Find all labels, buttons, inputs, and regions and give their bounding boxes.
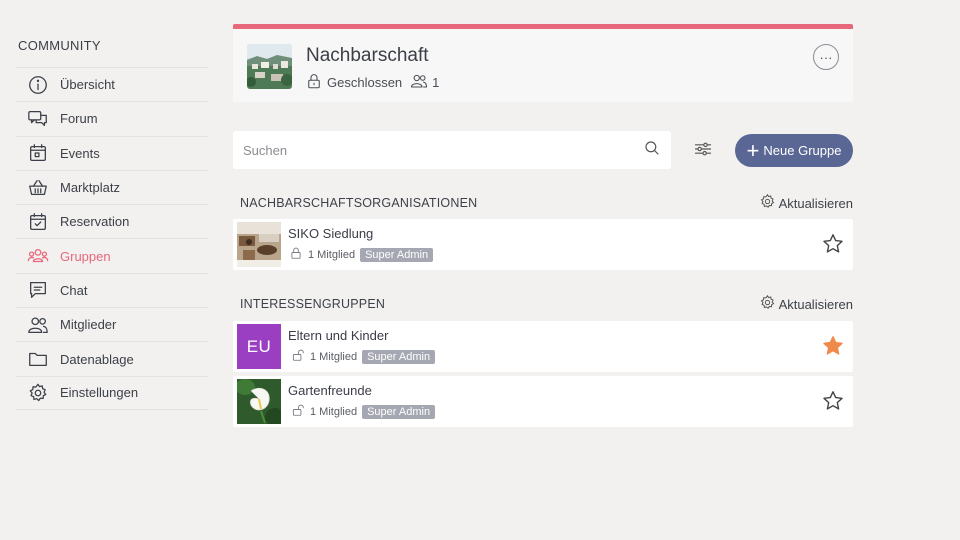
group-row[interactable]: SIKO Siedlung 1 Mitglied Super Admin [233, 219, 853, 270]
basket-icon [26, 176, 50, 200]
member-count: 1 Mitglied [310, 405, 358, 418]
sidebar-item-label: Chat [60, 282, 88, 298]
members-icon [410, 72, 428, 93]
role-badge: Super Admin [362, 404, 436, 419]
privacy-status: Geschlossen [305, 72, 402, 93]
group-meta: 1 Mitglied Super Admin [289, 246, 434, 263]
group-row[interactable]: EU Eltern und Kinder 1 Mitglied Super Ad… [233, 321, 853, 372]
group-thumbnail [247, 44, 292, 89]
calendar-check-icon [26, 210, 50, 234]
group-thumbnail [237, 222, 281, 267]
sidebar-item-marktplatz[interactable]: Marktplatz [16, 169, 208, 204]
sidebar-item-label: Gruppen [60, 248, 111, 264]
refresh-button[interactable]: Aktualisieren [759, 193, 853, 213]
new-group-label: Neue Gruppe [763, 143, 842, 158]
search-box [233, 131, 671, 169]
sidebar-item-label: Übersicht [60, 77, 115, 93]
sidebar-item-label: Forum [60, 111, 98, 127]
role-badge: Super Admin [360, 247, 434, 262]
group-name: Gartenfreunde [288, 383, 372, 398]
section-header: INTERESSENGRUPPEN Aktualisieren [233, 294, 853, 314]
group-name: SIKO Siedlung [288, 226, 374, 241]
sidebar: COMMUNITY Übersicht Forum Events Marktpl… [16, 38, 208, 410]
refresh-label: Aktualisieren [778, 296, 853, 312]
group-header-card: Nachbarschaft Geschlossen 1 ··· [233, 24, 853, 102]
sidebar-item-forum[interactable]: Forum [16, 101, 208, 135]
sidebar-item-chat[interactable]: Chat [16, 272, 208, 307]
members-icon [26, 313, 50, 337]
folder-icon [26, 347, 50, 371]
plus-icon: + [746, 137, 760, 163]
search-icon[interactable] [643, 139, 661, 162]
gear-icon [759, 294, 779, 314]
refresh-label: Aktualisieren [778, 195, 853, 211]
group-avatar: EU [237, 324, 281, 369]
favorite-star-icon[interactable] [821, 389, 845, 413]
sidebar-item-label: Reservation [60, 214, 130, 230]
sidebar-item-label: Datenablage [60, 351, 134, 367]
sidebar-item-events[interactable]: Events [16, 135, 208, 170]
sliders-icon [693, 139, 713, 164]
sidebar-item-label: Mitglieder [60, 317, 117, 333]
chat-icon [26, 278, 50, 302]
group-icon [26, 244, 50, 268]
favorite-star-icon[interactable] [821, 334, 845, 358]
gear-icon [26, 381, 50, 405]
section-title: NACHBARSCHAFTSORGANISATIONEN [240, 196, 478, 210]
member-count: 1 [410, 72, 439, 93]
group-meta: Geschlossen 1 [305, 72, 447, 93]
refresh-button[interactable]: Aktualisieren [759, 294, 853, 314]
unlock-icon [291, 403, 310, 420]
sidebar-item-label: Marktplatz [60, 180, 120, 196]
unlock-icon [291, 348, 310, 365]
sidebar-item-reservation[interactable]: Reservation [16, 204, 208, 238]
section-title: INTERESSENGRUPPEN [240, 297, 386, 311]
group-name: Eltern und Kinder [288, 328, 389, 343]
sidebar-item-einstellungen[interactable]: Einstellungen [16, 375, 208, 410]
role-badge: Super Admin [362, 349, 436, 364]
calendar-icon [26, 141, 50, 165]
section-header: NACHBARSCHAFTSORGANISATIONEN Aktualisier… [233, 193, 853, 213]
sidebar-item-uebersicht[interactable]: Übersicht [16, 67, 208, 101]
lock-icon [289, 246, 308, 263]
more-options-button[interactable]: ··· [813, 44, 839, 70]
sidebar-item-datenablage[interactable]: Datenablage [16, 341, 208, 375]
group-meta: 1 Mitglied Super Admin [291, 348, 436, 365]
info-icon [26, 73, 50, 97]
lock-icon [305, 72, 323, 93]
privacy-status-label: Geschlossen [327, 75, 403, 90]
gear-icon [759, 193, 779, 213]
group-thumbnail [237, 379, 281, 424]
new-group-button[interactable]: + Neue Gruppe [735, 134, 853, 167]
favorite-star-icon[interactable] [821, 232, 845, 256]
sidebar-title: COMMUNITY [18, 38, 101, 53]
sidebar-item-label: Events [60, 145, 100, 161]
member-count: 1 Mitglied [308, 248, 356, 261]
sidebar-item-label: Einstellungen [60, 385, 139, 401]
sidebar-nav: Übersicht Forum Events Marktplatz Reserv… [16, 67, 208, 410]
page-title: Nachbarschaft [306, 45, 429, 66]
chat-bubbles-icon [26, 107, 50, 131]
sidebar-item-mitglieder[interactable]: Mitglieder [16, 307, 208, 341]
filter-button[interactable] [690, 138, 716, 164]
group-meta: 1 Mitglied Super Admin [291, 403, 436, 420]
member-count: 1 Mitglied [310, 350, 358, 363]
member-count-value: 1 [432, 75, 440, 90]
group-row[interactable]: Gartenfreunde 1 Mitglied Super Admin [233, 376, 853, 427]
search-input[interactable] [243, 142, 643, 158]
sidebar-item-gruppen[interactable]: Gruppen [16, 238, 208, 272]
